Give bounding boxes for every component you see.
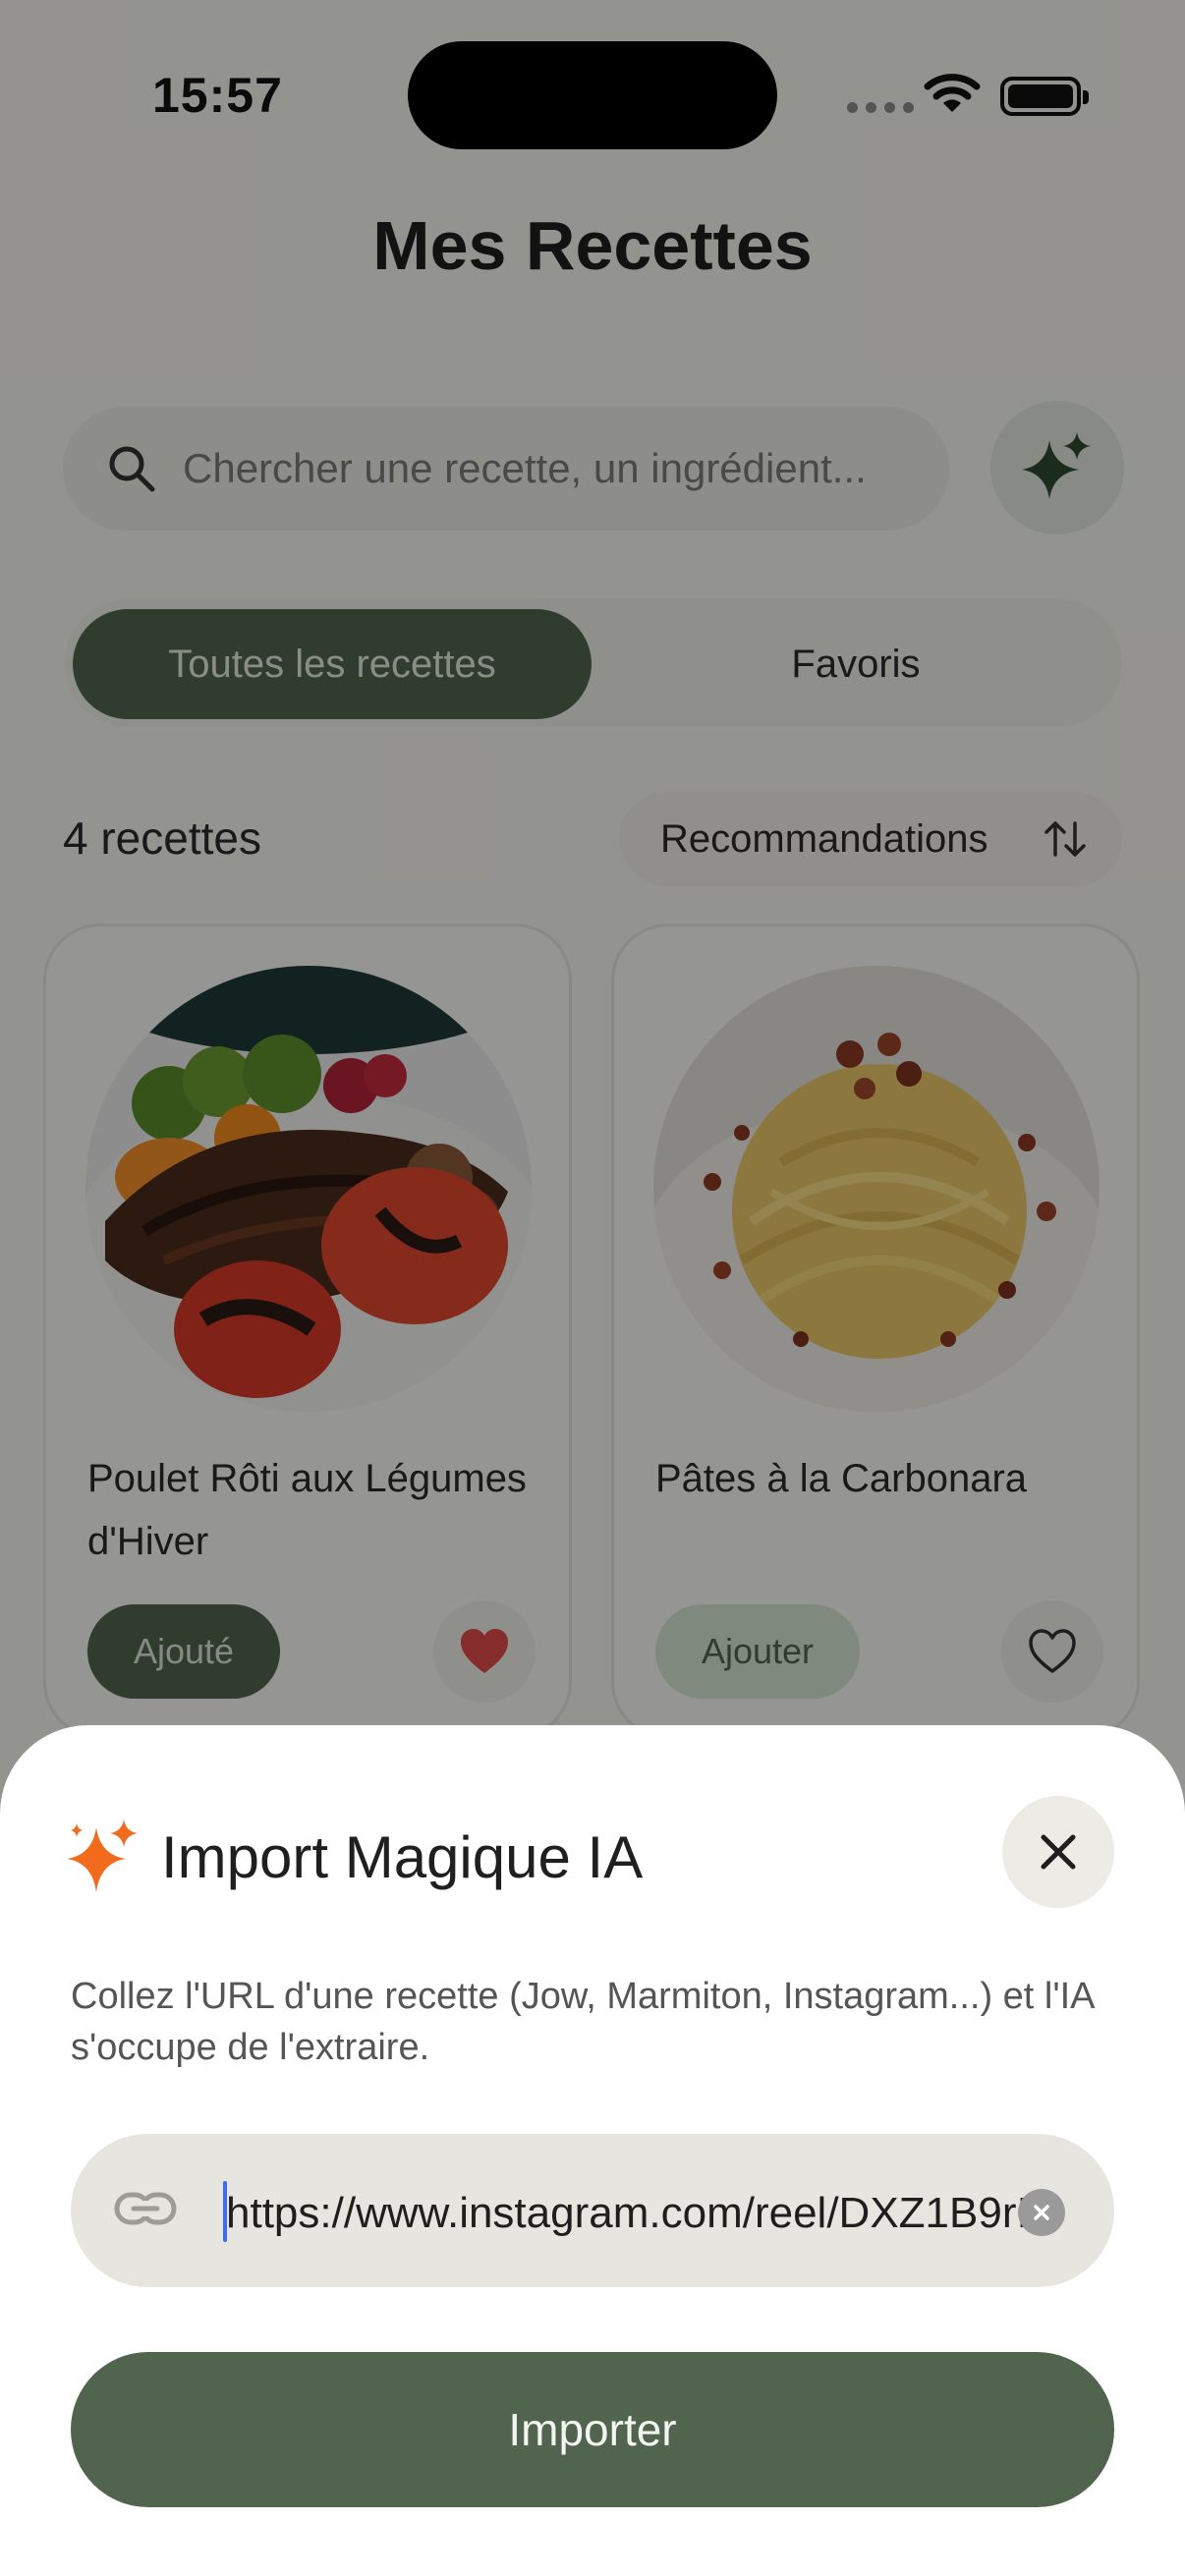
text-cursor bbox=[223, 2181, 227, 2242]
close-icon bbox=[1041, 1834, 1076, 1870]
clear-icon bbox=[1034, 2205, 1049, 2220]
import-sheet: Import Magique IA Collez l'URL d'une rec… bbox=[0, 1725, 1185, 2576]
import-button[interactable]: Importer bbox=[71, 2352, 1114, 2507]
sheet-title: Import Magique IA bbox=[161, 1824, 644, 1890]
sparkles-icon bbox=[67, 1820, 138, 1892]
url-value: https://www.instagram.com/reel/DXZ1B9rI bbox=[226, 2189, 1029, 2237]
close-button[interactable] bbox=[1002, 1796, 1114, 1908]
clear-input-button[interactable] bbox=[1018, 2189, 1065, 2236]
sheet-description: Collez l'URL d'une recette (Jow, Marmito… bbox=[71, 1976, 1094, 2068]
url-input[interactable]: https://www.instagram.com/reel/DXZ1B9rI bbox=[71, 2134, 1114, 2287]
link-icon bbox=[114, 2192, 177, 2225]
